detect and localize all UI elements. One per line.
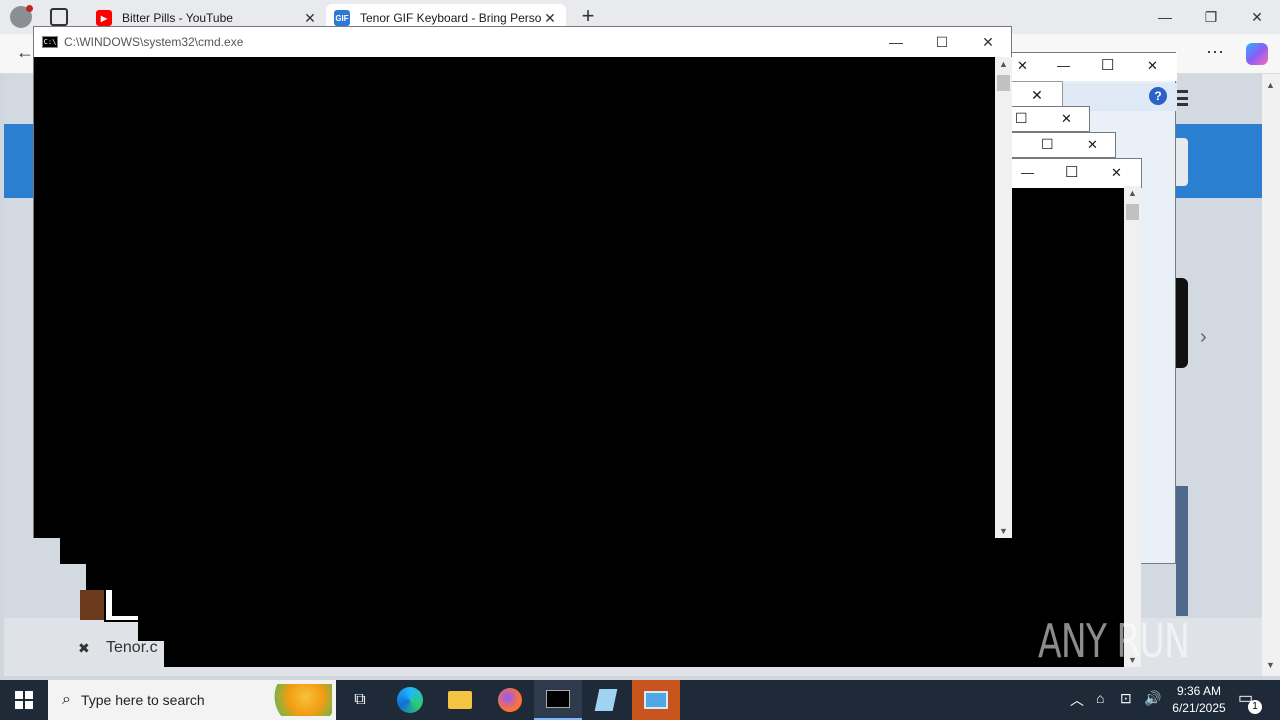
minimize-icon[interactable]: —: [1021, 165, 1034, 180]
dialog-close-box[interactable]: ✕: [1011, 81, 1063, 109]
minimize-button[interactable]: —: [1142, 0, 1188, 34]
close-icon[interactable]: ✕: [1147, 58, 1158, 74]
more-options-icon[interactable]: ⋯: [1206, 42, 1224, 63]
cmd-icon: C:\: [42, 36, 58, 48]
anyrun-watermark: ANY RUN: [1038, 614, 1190, 668]
cmd-back-scrollbar[interactable]: ▲ ▼: [1124, 186, 1141, 667]
cascaded-window-edge: [138, 538, 164, 641]
maximize-icon[interactable]: ☐: [1041, 136, 1054, 153]
chevron-right-icon[interactable]: ›: [1200, 326, 1207, 349]
search-icon: ⌕: [62, 691, 71, 708]
cmd-scrollbar[interactable]: ▲ ▼: [995, 57, 1012, 538]
minimize-icon[interactable]: —: [1057, 58, 1070, 73]
close-tab-icon[interactable]: ✕: [302, 10, 318, 27]
maximize-icon[interactable]: ☐: [1015, 110, 1028, 127]
help-icon[interactable]: ?: [1149, 87, 1167, 105]
cmd-title-bar[interactable]: C:\ C:\WINDOWS\system32\cmd.exe — ☐ ✕: [34, 27, 1011, 57]
restore-button[interactable]: ❐: [1188, 0, 1234, 34]
maximize-icon[interactable]: ☐: [1101, 56, 1114, 74]
tab-actions-icon[interactable]: [50, 8, 68, 26]
profile-avatar[interactable]: [10, 5, 33, 28]
firefox-icon[interactable]: [486, 680, 534, 720]
clock[interactable]: 9:36 AM 6/21/2025: [1166, 683, 1232, 717]
active-app-icon[interactable]: [632, 680, 680, 720]
cmd-console[interactable]: [34, 57, 995, 538]
copilot-icon[interactable]: [1246, 43, 1268, 65]
youtube-icon: ▶: [96, 10, 112, 26]
close-icon[interactable]: ✕: [1087, 137, 1098, 153]
banner-close-icon[interactable]: ✖: [78, 640, 90, 657]
cascaded-window-edge: [60, 538, 86, 564]
cascaded-window-edge: [112, 538, 138, 616]
show-hidden-icons[interactable]: ︿: [1070, 690, 1084, 710]
date: 6/21/2025: [1172, 701, 1226, 715]
network-device-icon[interactable]: ⌂: [1096, 690, 1104, 706]
maximize-icon[interactable]: ☐: [919, 27, 965, 57]
close-icon[interactable]: ✕: [1111, 165, 1122, 181]
close-button[interactable]: ✕: [1234, 0, 1280, 34]
search-placeholder: Type here to search: [80, 692, 205, 708]
stacked-window-2: ☐ ✕: [1010, 106, 1090, 132]
maximize-icon[interactable]: ☐: [1065, 163, 1078, 181]
taskbar-search[interactable]: ⌕ Type here to search: [48, 680, 336, 720]
time: 9:36 AM: [1176, 684, 1222, 698]
task-view-icon[interactable]: ⧉: [336, 680, 384, 720]
close-tab-icon[interactable]: ✕: [542, 10, 558, 27]
start-button[interactable]: [0, 680, 48, 720]
window-controls: ✕ — ☐ ✕: [1011, 53, 1177, 81]
page-scrollbar[interactable]: ▲ ▼: [1262, 74, 1280, 676]
notepad-taskbar-icon[interactable]: [582, 680, 630, 720]
side-image: [1176, 486, 1188, 616]
back-icon[interactable]: ←: [16, 42, 34, 63]
cmd-window: C:\ C:\WINDOWS\system32\cmd.exe — ☐ ✕ ▲ …: [33, 26, 1012, 538]
notification-badge: 1: [1248, 700, 1262, 714]
network-icon[interactable]: ⊡: [1120, 690, 1132, 707]
close-icon[interactable]: ✕: [965, 27, 1011, 57]
tab-title: Tenor GIF Keyboard - Bring Perso: [360, 11, 542, 25]
header-button[interactable]: [1176, 138, 1188, 186]
carousel-image: [1174, 278, 1188, 368]
cascaded-window-edge: [86, 538, 112, 590]
volume-icon[interactable]: 🔊: [1144, 690, 1161, 707]
cmd-title: C:\WINDOWS\system32\cmd.exe: [64, 35, 244, 49]
cmd-window-back: — ☐ ✕: [1010, 158, 1142, 188]
tab-title: Bitter Pills - YouTube: [122, 11, 233, 25]
minimize-icon[interactable]: —: [873, 27, 919, 57]
search-highlight-image: [266, 684, 332, 716]
banner-text: Tenor.c: [106, 639, 158, 656]
file-explorer-icon[interactable]: [436, 680, 484, 720]
cmd-taskbar-icon[interactable]: [534, 680, 582, 720]
thumbnail-image: [80, 590, 104, 620]
profile-notification-dot: [26, 5, 33, 12]
close-icon[interactable]: ✕: [1061, 111, 1072, 127]
edge-icon[interactable]: [386, 680, 434, 720]
close-icon[interactable]: ✕: [1017, 58, 1028, 74]
windows-icon: [15, 691, 33, 709]
stacked-window-3: ☐ ✕: [1010, 132, 1116, 158]
tenor-gif-icon: GIF: [334, 10, 350, 26]
